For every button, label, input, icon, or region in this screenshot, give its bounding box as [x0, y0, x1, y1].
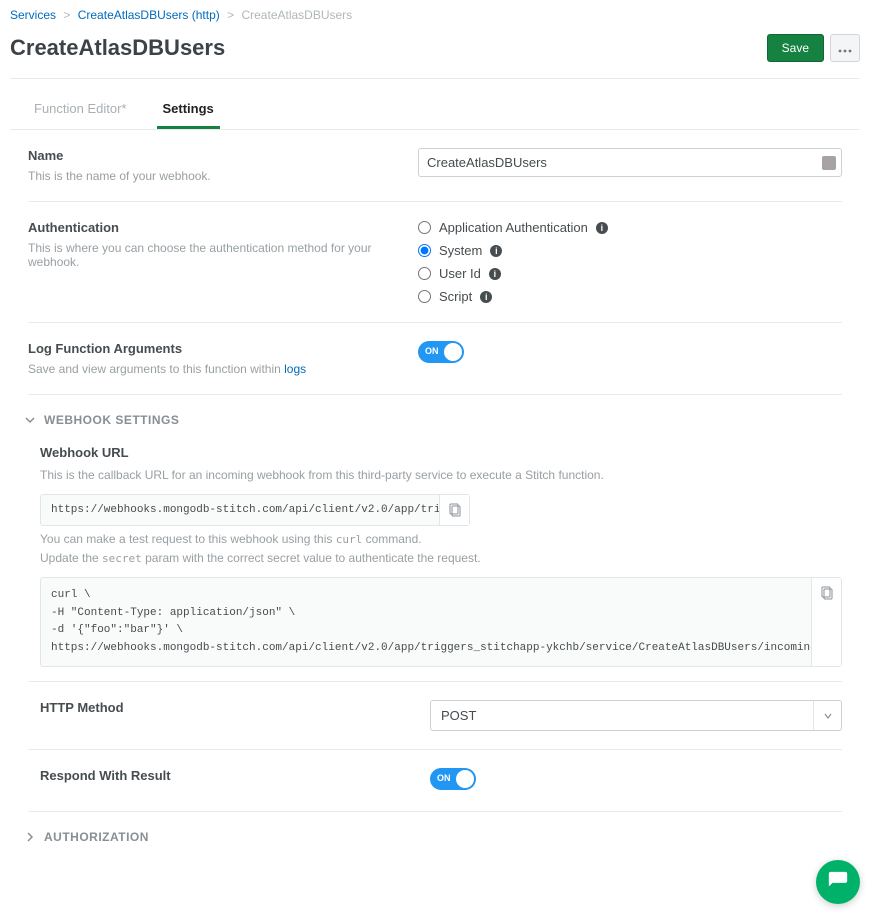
copy-icon: [821, 586, 833, 603]
webhook-settings-title: WEBHOOK SETTINGS: [44, 413, 179, 427]
info-icon[interactable]: i: [480, 291, 492, 303]
auth-option-label: Application Authentication: [439, 220, 588, 235]
respond-result-toggle[interactable]: ON: [430, 768, 476, 790]
webhook-url-desc: This is the callback URL for an incoming…: [40, 466, 842, 484]
logargs-label: Log Function Arguments: [28, 341, 398, 356]
auth-option-label: User Id: [439, 266, 481, 281]
http-method-select[interactable]: POST: [430, 700, 842, 731]
breadcrumb-services[interactable]: Services: [10, 8, 56, 22]
auth-option-label: System: [439, 243, 482, 258]
copy-curl-button[interactable]: [811, 578, 841, 666]
auth-option-system[interactable]: System i: [418, 243, 842, 258]
webhook-url-value: https://webhooks.mongodb-stitch.com/api/…: [41, 495, 439, 525]
auth-label: Authentication: [28, 220, 398, 235]
logargs-toggle[interactable]: ON: [418, 341, 464, 363]
auth-desc: This is where you can choose the authent…: [28, 241, 398, 269]
copy-icon: [449, 503, 461, 520]
toggle-knob: [444, 343, 462, 361]
auth-radio-system[interactable]: [418, 244, 431, 257]
respond-result-label: Respond With Result: [40, 768, 410, 783]
webhook-curl-hint: You can make a test request to this webh…: [40, 530, 842, 567]
tab-function-editor[interactable]: Function Editor*: [28, 101, 133, 129]
breadcrumb-sep: >: [227, 8, 234, 22]
breadcrumb-current: CreateAtlasDBUsers: [241, 8, 352, 22]
webhook-curl-command: curl \ -H "Content-Type: application/jso…: [41, 578, 811, 666]
auth-radio-application[interactable]: [418, 221, 431, 234]
ellipsis-icon: [838, 41, 852, 56]
logs-link[interactable]: logs: [284, 362, 306, 376]
toggle-knob: [456, 770, 474, 788]
info-icon[interactable]: i: [489, 268, 501, 280]
auth-option-application[interactable]: Application Authentication i: [418, 220, 842, 235]
chat-fab[interactable]: [816, 860, 860, 904]
name-label: Name: [28, 148, 398, 163]
tabs: Function Editor* Settings: [10, 79, 860, 130]
breadcrumb: Services > CreateAtlasDBUsers (http) > C…: [10, 8, 860, 32]
logargs-desc: Save and view arguments to this function…: [28, 362, 398, 376]
auth-radio-userid[interactable]: [418, 267, 431, 280]
auth-option-script[interactable]: Script i: [418, 289, 842, 304]
breadcrumb-http[interactable]: CreateAtlasDBUsers (http): [78, 8, 220, 22]
auth-option-label: Script: [439, 289, 472, 304]
info-icon[interactable]: i: [596, 222, 608, 234]
input-badge-icon: [822, 156, 836, 170]
chevron-right-icon: [24, 831, 36, 843]
toggle-label: ON: [437, 773, 451, 783]
auth-option-userid[interactable]: User Id i: [418, 266, 842, 281]
page-title: CreateAtlasDBUsers: [10, 35, 225, 61]
authorization-title: AUTHORIZATION: [44, 830, 149, 844]
tab-settings[interactable]: Settings: [157, 101, 220, 129]
authorization-header[interactable]: AUTHORIZATION: [10, 812, 860, 862]
copy-webhook-url-button[interactable]: [439, 495, 469, 525]
chat-icon: [827, 870, 849, 895]
webhook-url-label: Webhook URL: [40, 445, 842, 460]
http-method-label: HTTP Method: [40, 700, 410, 715]
auth-radio-script[interactable]: [418, 290, 431, 303]
more-actions-button[interactable]: [830, 34, 860, 62]
chevron-down-icon: [24, 414, 36, 426]
save-button[interactable]: Save: [767, 34, 824, 62]
name-desc: This is the name of your webhook.: [28, 169, 398, 183]
name-input[interactable]: [418, 148, 842, 177]
breadcrumb-sep: >: [63, 8, 70, 22]
info-icon[interactable]: i: [490, 245, 502, 257]
webhook-settings-header[interactable]: WEBHOOK SETTINGS: [10, 395, 860, 445]
toggle-label: ON: [425, 346, 439, 356]
